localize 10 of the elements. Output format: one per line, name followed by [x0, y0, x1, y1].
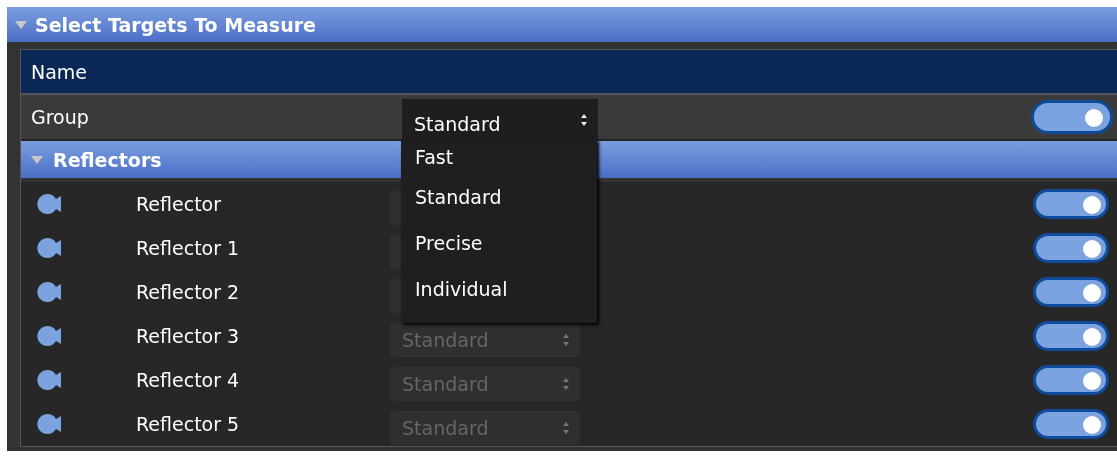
group-label: Group [30, 106, 90, 128]
reflector-name: Reflector 5 [136, 413, 241, 435]
reflector-name: Reflector 4 [136, 369, 241, 391]
section-title: Reflectors [53, 148, 162, 171]
panel-title: Select Targets To Measure [35, 13, 316, 36]
reflector-name: Reflector 2 [136, 281, 241, 303]
reflector-name: Reflector 1 [136, 237, 241, 259]
column-header: Name [21, 50, 1117, 95]
reflector-name: Reflector [136, 193, 223, 215]
reflector-name: Reflector 3 [136, 325, 241, 347]
